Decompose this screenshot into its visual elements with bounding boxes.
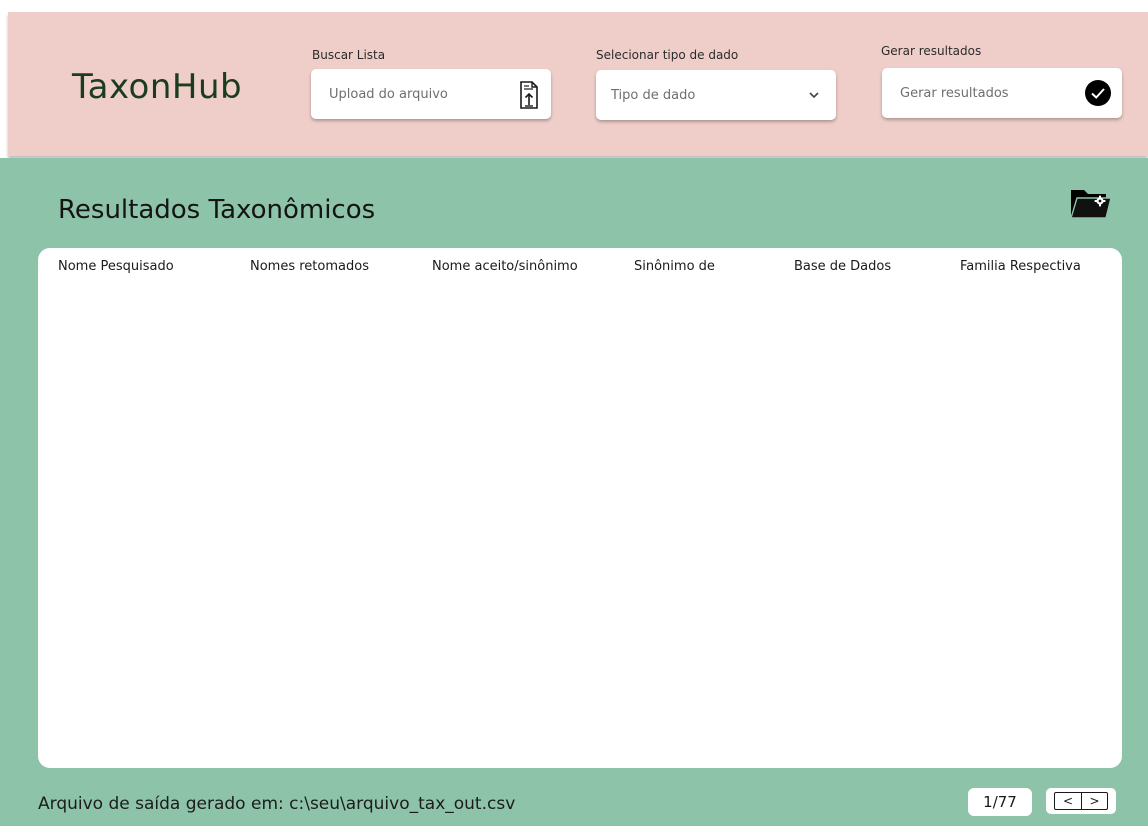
data-type-label: Selecionar tipo de dado (596, 48, 739, 62)
generate-button-text: Gerar resultados (900, 86, 1009, 101)
chevron-down-icon[interactable] (808, 91, 820, 99)
results-panel: Resultados Taxonômicos Nome Pesquisado N… (0, 158, 1148, 826)
results-table: Nome Pesquisado Nomes retomados Nome ace… (38, 248, 1122, 768)
output-path-text: Arquivo de saída gerado em: c:\seu\arqui… (38, 794, 516, 814)
app-window: TaxonHub Buscar Lista Upload do arquivo … (0, 0, 1148, 826)
pagination-buttons: < > (1054, 792, 1108, 810)
col-header-nome-pesquisado[interactable]: Nome Pesquisado (58, 259, 174, 274)
col-header-familia-respectiva[interactable]: Familia Respectiva (960, 259, 1081, 274)
upload-placeholder: Upload do arquivo (329, 87, 448, 102)
data-type-select[interactable]: Tipo de dado (596, 70, 836, 120)
col-header-sinonimo-de[interactable]: Sinônimo de (634, 259, 715, 274)
prev-page-button[interactable]: < (1055, 793, 1081, 809)
folder-settings-icon[interactable] (1068, 186, 1114, 222)
check-circle-icon[interactable] (1084, 79, 1112, 107)
col-header-base-de-dados[interactable]: Base de Dados (794, 259, 891, 274)
generate-button[interactable]: Gerar resultados (882, 68, 1122, 118)
col-header-nomes-retomados[interactable]: Nomes retomados (250, 259, 369, 274)
col-header-nome-aceito[interactable]: Nome aceito/sinônimo (432, 259, 578, 274)
page-indicator: 1/77 (968, 788, 1032, 816)
upload-field[interactable]: Upload do arquivo (311, 69, 551, 119)
page-title: Resultados Taxonômicos (58, 195, 376, 225)
generate-label: Gerar resultados (881, 44, 982, 58)
data-type-placeholder: Tipo de dado (611, 88, 696, 103)
file-upload-icon[interactable] (519, 81, 539, 109)
next-page-button[interactable]: > (1081, 793, 1107, 809)
app-logo: TaxonHub (72, 67, 243, 107)
header-bar: TaxonHub Buscar Lista Upload do arquivo … (8, 12, 1148, 156)
pagination-control: < > (1046, 788, 1116, 814)
upload-label: Buscar Lista (312, 48, 386, 62)
